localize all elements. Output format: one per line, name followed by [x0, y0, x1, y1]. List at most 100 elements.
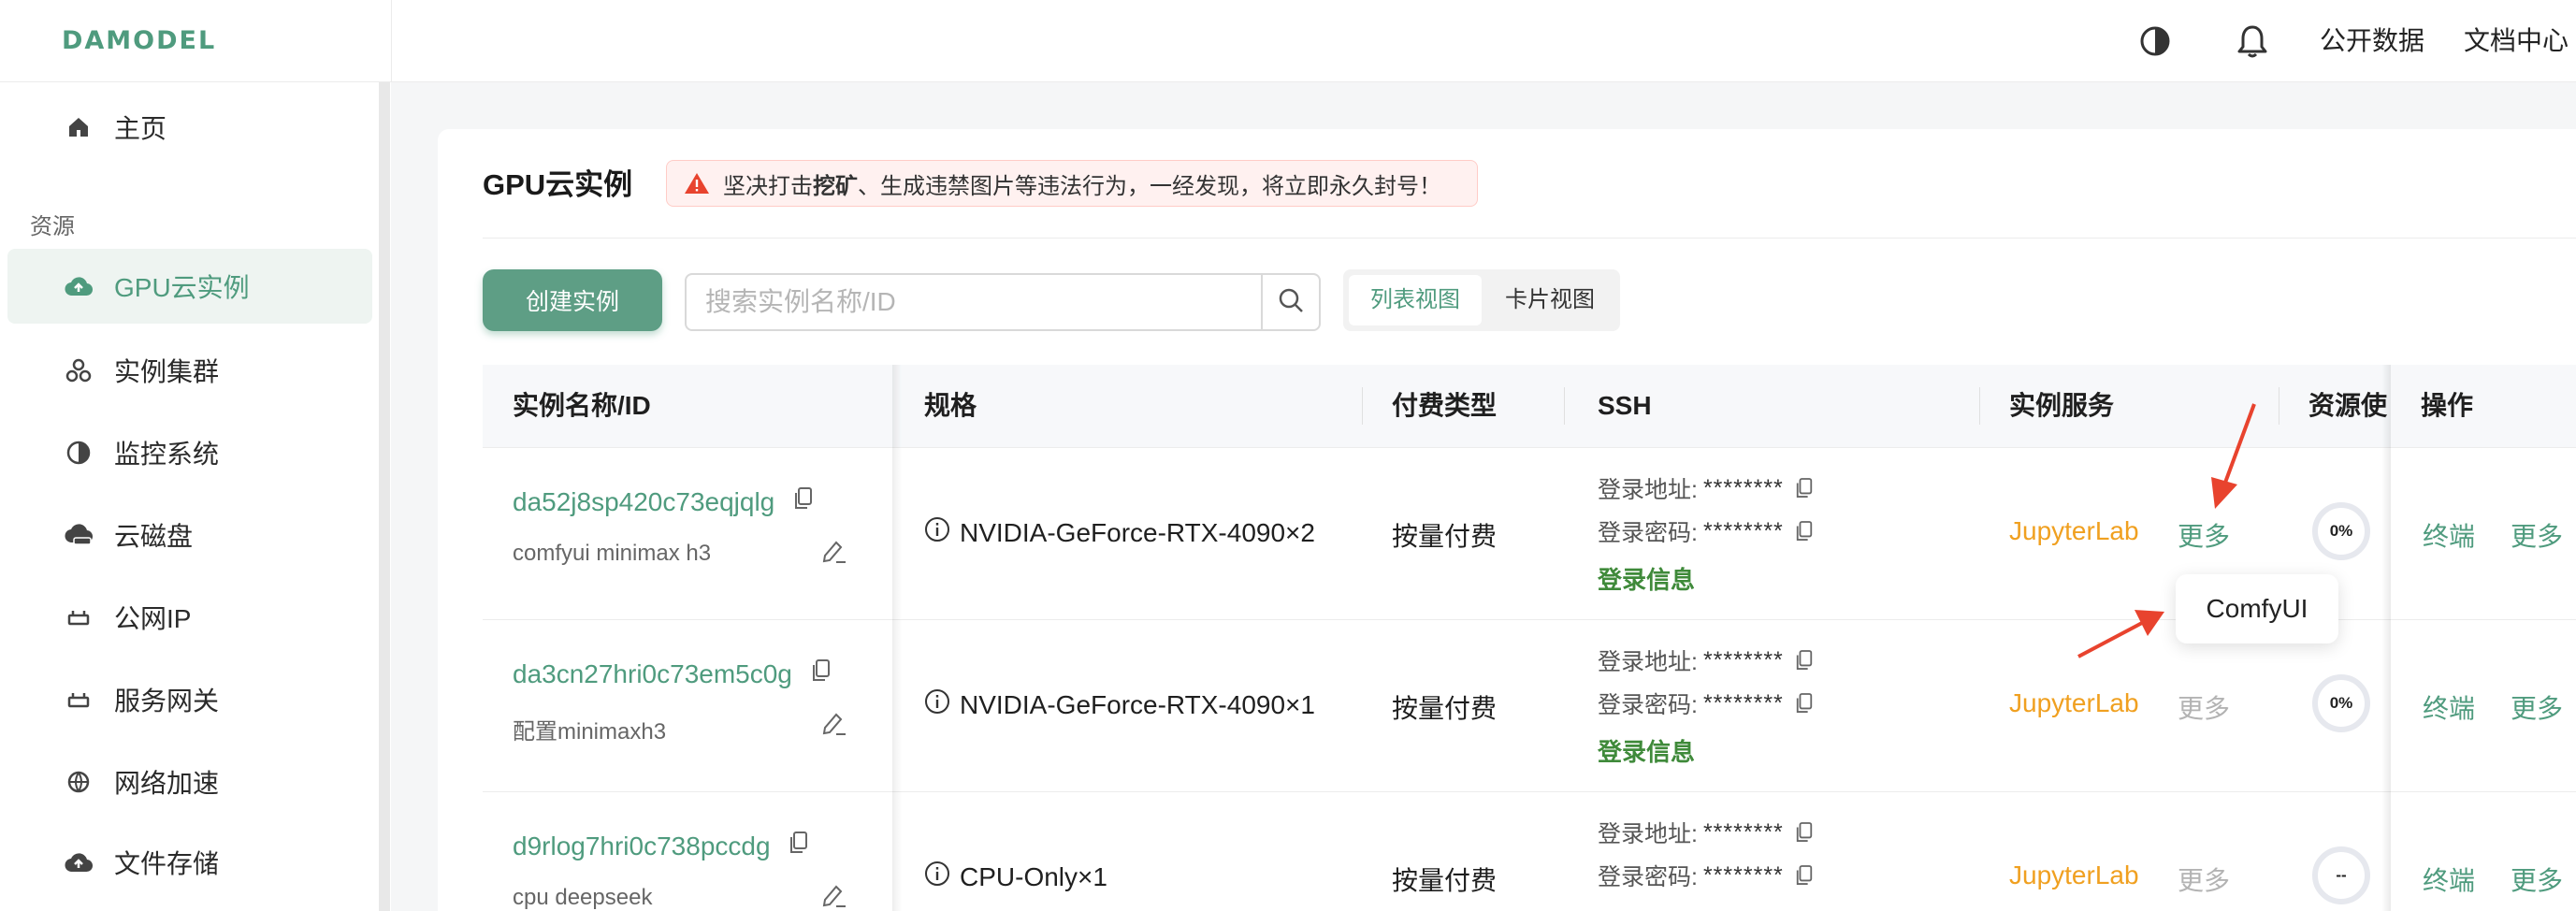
- info-icon[interactable]: [924, 860, 950, 893]
- comfyui-menu-item[interactable]: ComfyUI: [2176, 574, 2338, 643]
- copy-icon[interactable]: [793, 486, 814, 511]
- ssh-address: 登录地址: ********: [1598, 816, 1814, 849]
- copy-icon[interactable]: [1795, 692, 1814, 715]
- info-icon[interactable]: [924, 516, 950, 549]
- fixed-column-shadow: [2381, 365, 2391, 911]
- terminal-button[interactable]: 终端: [2423, 516, 2475, 554]
- globe-icon: [58, 770, 99, 794]
- cloud-upload-icon: [58, 851, 99, 874]
- ssh-info-link[interactable]: 登录信息: [1598, 561, 1695, 596]
- sidebar-item-public-ip[interactable]: 公网IP: [7, 580, 372, 655]
- warning-text-bold: 挖矿: [813, 173, 858, 199]
- table-header: [483, 365, 2576, 447]
- sidebar-item-gpu-instances[interactable]: GPU云实例: [7, 249, 372, 324]
- service-more-button[interactable]: 更多: [2178, 516, 2230, 554]
- service-more-button[interactable]: 更多: [2178, 688, 2230, 726]
- usage-ring: 0%: [2312, 502, 2370, 560]
- half-circle-icon: [58, 441, 99, 465]
- warning-text-suffix: 、生成违禁图片等违法行为，一经发现，将立即永久封号！: [858, 173, 1441, 199]
- ops-more-button[interactable]: 更多: [2511, 860, 2563, 898]
- jupyterlab-link[interactable]: JupyterLab: [2009, 688, 2139, 718]
- ssh-address-mask: ********: [1702, 474, 1784, 501]
- column-separator: [1979, 387, 1980, 425]
- instance-id[interactable]: da52j8sp420c73eqjqlg: [513, 487, 774, 516]
- instance-name: 配置minimaxh3: [513, 719, 667, 745]
- bell-icon[interactable]: [2230, 19, 2275, 64]
- ssh-password-mask: ********: [1702, 861, 1784, 889]
- edit-icon[interactable]: [819, 709, 847, 744]
- jupyterlab-link[interactable]: JupyterLab: [2009, 860, 2139, 890]
- main-card: [438, 129, 2576, 911]
- theme-toggle-icon[interactable]: [2133, 19, 2178, 64]
- ops-more-button[interactable]: 更多: [2511, 688, 2563, 726]
- table-row-1-id[interactable]: da52j8sp420c73eqjqlg: [513, 486, 814, 517]
- home-icon: [58, 115, 99, 139]
- instance-name: cpu deepseek: [513, 885, 653, 910]
- copy-icon[interactable]: [1795, 477, 1814, 499]
- copy-icon[interactable]: [1795, 864, 1814, 887]
- logo-divider: [391, 0, 392, 82]
- sidebar-item-monitoring[interactable]: 监控系统: [7, 415, 372, 490]
- terminal-button[interactable]: 终端: [2423, 860, 2475, 898]
- th-name: 实例名称/ID: [513, 391, 651, 420]
- spec-cell: NVIDIA-GeForce-RTX-4090×1: [924, 688, 1315, 721]
- billing-type: 按量付费: [1392, 866, 1498, 895]
- sidebar-item-label: 主页: [114, 114, 167, 143]
- list-view-tab[interactable]: 列表视图: [1349, 275, 1482, 325]
- jupyterlab-link[interactable]: JupyterLab: [2009, 516, 2139, 546]
- terminal-button[interactable]: 终端: [2423, 688, 2475, 726]
- sidebar-item-label: GPU云实例: [114, 273, 250, 302]
- copy-icon[interactable]: [1795, 649, 1814, 672]
- page-title: GPU云实例: [483, 168, 633, 201]
- fixed-column-shadow: [892, 365, 902, 911]
- sidebar-item-cloud-disk[interactable]: 云磁盘: [7, 498, 372, 572]
- copy-icon[interactable]: [1795, 520, 1814, 542]
- ops-more-button[interactable]: 更多: [2511, 516, 2563, 554]
- ssh-info-link[interactable]: 登录信息: [1598, 733, 1695, 768]
- table-row-3-id[interactable]: d9rlog7hri0c738pccdg: [513, 831, 809, 861]
- sidebar-item-cluster[interactable]: 实例集群: [7, 333, 372, 408]
- card-view-tab[interactable]: 卡片视图: [1483, 275, 1616, 325]
- view-toggle: 列表视图 卡片视图: [1343, 269, 1620, 331]
- edit-icon[interactable]: [819, 537, 847, 571]
- search-input[interactable]: [705, 282, 1229, 322]
- search-icon: [1277, 286, 1305, 319]
- service-more-button[interactable]: 更多: [2178, 860, 2230, 898]
- table-row-2-id[interactable]: da3cn27hri0c73em5c0g: [513, 658, 832, 689]
- instance-id[interactable]: da3cn27hri0c73em5c0g: [513, 659, 792, 688]
- create-instance-button[interactable]: 创建实例: [483, 269, 662, 331]
- usage-ring: --: [2312, 846, 2370, 904]
- th-ops: 操作: [2421, 391, 2474, 420]
- spec-text: NVIDIA-GeForce-RTX-4090×1: [960, 689, 1315, 719]
- sidebar-item-service-gateway[interactable]: 服务网关: [7, 662, 372, 737]
- ssh-address: 登录地址: ********: [1598, 643, 1814, 677]
- column-separator: [1564, 387, 1565, 425]
- search-button[interactable]: [1261, 275, 1319, 329]
- sidebar-item-label: 监控系统: [114, 440, 220, 469]
- info-icon[interactable]: [924, 688, 950, 721]
- billing-type: 按量付费: [1392, 522, 1498, 551]
- docs-center-link[interactable]: 文档中心: [2464, 21, 2569, 62]
- ssh-address-mask: ********: [1702, 646, 1784, 673]
- sidebar-item-home[interactable]: 主页: [7, 90, 372, 165]
- sidebar-item-file-storage[interactable]: 文件存储: [7, 825, 372, 900]
- instance-id[interactable]: d9rlog7hri0c738pccdg: [513, 831, 771, 860]
- th-spec: 规格: [924, 391, 977, 420]
- copy-icon[interactable]: [1795, 821, 1814, 844]
- ssh-address-label: 登录地址:: [1598, 649, 1698, 675]
- ssh-password-label: 登录密码:: [1598, 520, 1698, 546]
- ssh-password-mask: ********: [1702, 689, 1784, 716]
- sidebar-item-network-acceleration[interactable]: 网络加速: [7, 745, 372, 819]
- spec-cell: NVIDIA-GeForce-RTX-4090×2: [924, 516, 1315, 549]
- copy-icon[interactable]: [789, 831, 809, 855]
- warning-icon: [684, 171, 710, 195]
- th-billing: 付费类型: [1392, 391, 1498, 420]
- sidebar-item-label: 服务网关: [114, 687, 220, 716]
- app-logo[interactable]: DAMODEL: [62, 21, 391, 62]
- edit-icon[interactable]: [819, 881, 847, 911]
- public-data-link[interactable]: 公开数据: [2320, 21, 2424, 62]
- ssh-address-label: 登录地址:: [1598, 477, 1698, 503]
- usage-ring: 0%: [2312, 674, 2370, 732]
- copy-icon[interactable]: [811, 658, 832, 683]
- sidebar-scrollbar[interactable]: [379, 82, 390, 911]
